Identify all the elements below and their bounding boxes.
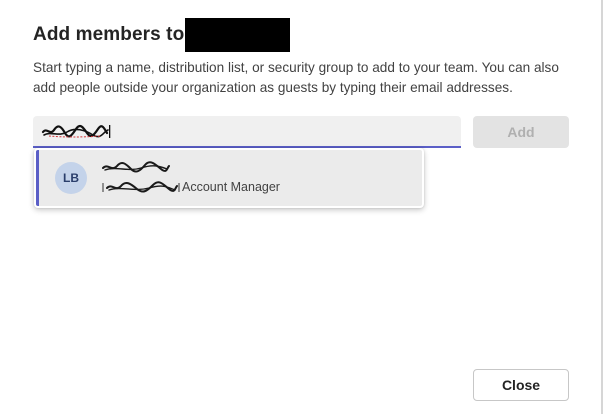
redacted-person-name bbox=[102, 161, 170, 173]
suggestion-role: Account Manager bbox=[182, 180, 280, 194]
suggestion-item[interactable]: LB Account Manager bbox=[36, 150, 422, 206]
close-button[interactable]: Close bbox=[473, 369, 569, 401]
avatar: LB bbox=[55, 162, 87, 194]
dialog-description: Start typing a name, distribution list, … bbox=[33, 60, 559, 95]
dialog-title: Add members to bbox=[33, 24, 185, 45]
suggestion-list: LB Account Manager bbox=[34, 148, 424, 208]
add-members-dialog: Add members to Start typing a name, dist… bbox=[0, 0, 603, 414]
redacted-department bbox=[102, 181, 180, 193]
redacted-team-name bbox=[185, 18, 291, 52]
redacted-search-text bbox=[41, 124, 111, 138]
dialog-header: Add members to bbox=[33, 18, 291, 52]
suggestion-detail: Account Manager bbox=[101, 178, 280, 196]
add-button[interactable]: Add bbox=[473, 116, 569, 148]
member-search-field[interactable] bbox=[33, 116, 461, 148]
